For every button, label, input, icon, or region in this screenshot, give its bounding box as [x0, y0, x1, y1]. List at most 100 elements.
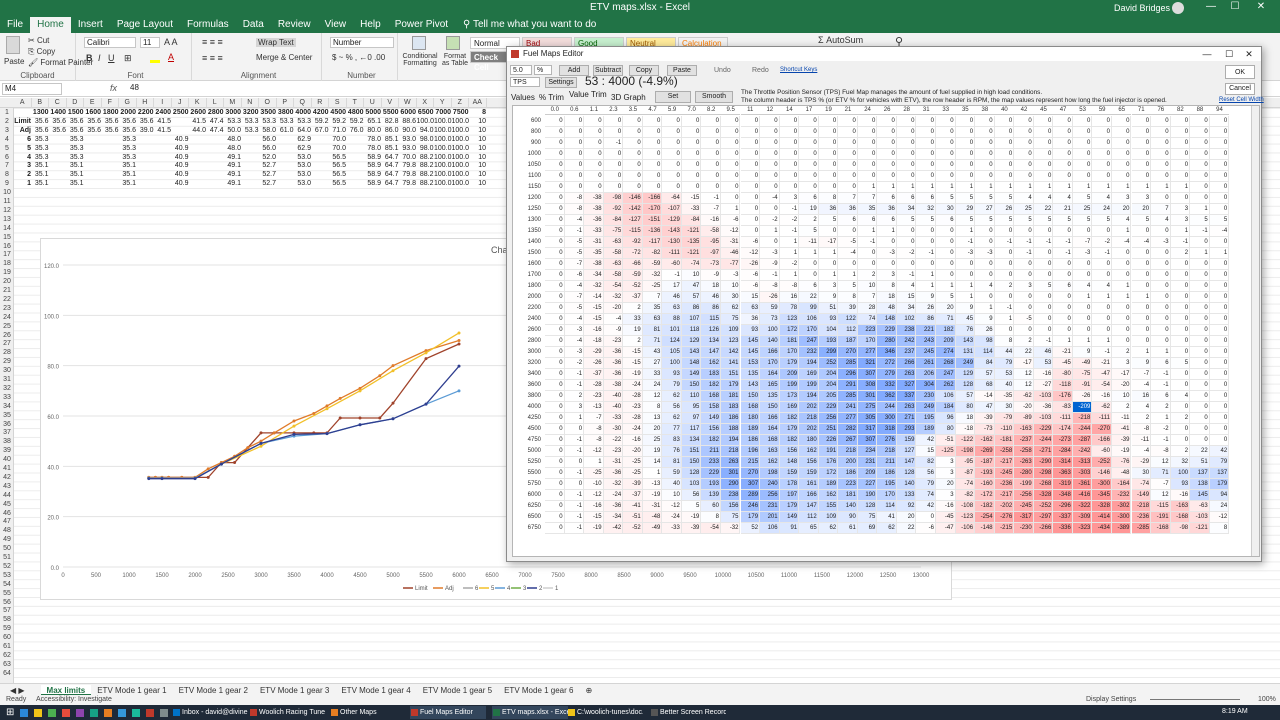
- map-cell[interactable]: -287: [1072, 435, 1093, 446]
- map-cell[interactable]: 4: [975, 281, 995, 292]
- map-cell[interactable]: 0: [1092, 160, 1112, 171]
- map-cell[interactable]: 0: [994, 127, 1015, 138]
- map-cell[interactable]: -75: [1072, 369, 1093, 380]
- map-cell[interactable]: -11: [1111, 413, 1132, 424]
- map-cell[interactable]: 6: [936, 215, 956, 226]
- map-cell[interactable]: 0: [1190, 270, 1210, 281]
- map-cell[interactable]: 1: [1053, 336, 1073, 347]
- map-cell[interactable]: 0: [779, 171, 800, 182]
- column-header-d[interactable]: D: [67, 98, 84, 108]
- map-cell[interactable]: 218: [799, 413, 819, 424]
- map-cell[interactable]: -142: [623, 204, 643, 215]
- cell-limit[interactable]: 53.3: [259, 117, 276, 126]
- cell-adj[interactable]: 80.0: [364, 126, 381, 135]
- map-cell[interactable]: 178: [779, 479, 800, 490]
- cell-adj[interactable]: 41.5: [154, 126, 171, 135]
- map-cell[interactable]: -20: [603, 303, 624, 314]
- map-cell[interactable]: 0: [1072, 149, 1093, 160]
- map-cell[interactable]: 0: [838, 259, 858, 270]
- map-cell[interactable]: 0: [896, 237, 917, 248]
- map-cell[interactable]: 0: [1092, 303, 1112, 314]
- cell-header[interactable]: 1600: [84, 108, 101, 117]
- map-cell[interactable]: 0: [916, 116, 936, 127]
- map-cell[interactable]: 0: [701, 149, 721, 160]
- map-row-header[interactable]: 2200: [513, 303, 545, 314]
- map-row-header[interactable]: 1000: [513, 149, 545, 160]
- map-cell[interactable]: 0: [1151, 303, 1171, 314]
- map-cell[interactable]: 189: [740, 424, 761, 435]
- map-cell[interactable]: 0: [720, 182, 741, 193]
- map-cell[interactable]: 0: [936, 226, 956, 237]
- map-cell[interactable]: -24: [662, 512, 682, 523]
- map-cell[interactable]: 0: [838, 226, 858, 237]
- map-cell[interactable]: -12: [584, 490, 604, 501]
- map-cell[interactable]: 0: [1190, 325, 1210, 336]
- map-cell[interactable]: 229: [877, 325, 897, 336]
- map-cell[interactable]: 0: [896, 149, 917, 160]
- map-cell[interactable]: 0: [545, 468, 565, 479]
- map-cell[interactable]: -15: [584, 512, 604, 523]
- redo-button[interactable]: Redo: [752, 67, 769, 74]
- map-cell[interactable]: -129: [662, 215, 682, 226]
- map-cell[interactable]: 0: [623, 171, 643, 182]
- map-cell[interactable]: 57: [975, 369, 995, 380]
- map-cell[interactable]: 15: [740, 292, 761, 303]
- map-column-header[interactable]: 53: [1072, 106, 1093, 115]
- taskbar-item[interactable]: C:\woolich-tunes\doc...: [567, 706, 643, 719]
- map-cell[interactable]: 0: [545, 270, 565, 281]
- fx-icon[interactable]: fx: [110, 83, 117, 93]
- map-cell[interactable]: 0: [564, 138, 585, 149]
- map-cell[interactable]: -4: [564, 336, 585, 347]
- map-cell[interactable]: 1: [877, 226, 897, 237]
- map-cell[interactable]: -35: [994, 391, 1015, 402]
- cell-gear-value[interactable]: 52.0: [259, 153, 276, 162]
- map-cell[interactable]: -2: [779, 215, 800, 226]
- map-cell[interactable]: 4: [1151, 215, 1171, 226]
- map-cell[interactable]: 0: [1033, 138, 1054, 149]
- map-cell[interactable]: 0: [1092, 226, 1112, 237]
- map-cell[interactable]: -273: [1053, 435, 1073, 446]
- map-cell[interactable]: -193: [975, 468, 995, 479]
- map-cell[interactable]: 0: [545, 457, 565, 468]
- map-cell[interactable]: 3: [1170, 215, 1191, 226]
- cell-gear-label[interactable]: 2: [14, 170, 31, 179]
- map-cell[interactable]: -2: [564, 358, 585, 369]
- map-cell[interactable]: 189: [916, 424, 936, 435]
- map-cell[interactable]: -15: [584, 314, 604, 325]
- map-cell[interactable]: -1: [1151, 380, 1171, 391]
- column-header-h[interactable]: H: [137, 98, 154, 108]
- map-row-header[interactable]: 1200: [513, 193, 545, 204]
- map-cell[interactable]: 128: [896, 468, 917, 479]
- map-cell[interactable]: 0: [896, 171, 917, 182]
- map-cell[interactable]: -4: [603, 314, 624, 325]
- cell-adj[interactable]: 58.0: [259, 126, 276, 135]
- map-cell[interactable]: -51: [623, 512, 643, 523]
- map-cell[interactable]: 63: [662, 303, 682, 314]
- map-cell[interactable]: 112: [799, 512, 819, 523]
- map-cell[interactable]: 81: [642, 325, 663, 336]
- map-cell[interactable]: -3: [1151, 237, 1171, 248]
- map-cell[interactable]: 0: [584, 171, 604, 182]
- cell-header[interactable]: 2200: [137, 108, 154, 117]
- map-cell[interactable]: 0: [1151, 160, 1171, 171]
- cell-gear-value[interactable]: 85.1: [382, 144, 399, 153]
- map-cell[interactable]: 59: [760, 303, 780, 314]
- map-row-header[interactable]: 6000: [513, 490, 545, 501]
- map-cell[interactable]: 158: [701, 402, 721, 413]
- column-header-l[interactable]: L: [207, 98, 224, 108]
- map-cell[interactable]: 0: [955, 259, 976, 270]
- map-cell[interactable]: 0: [877, 259, 897, 270]
- map-cell[interactable]: 0: [760, 237, 780, 248]
- map-cell[interactable]: 0: [1170, 292, 1191, 303]
- cell-limit[interactable]: 65.1: [364, 117, 381, 126]
- map-cell[interactable]: 133: [896, 490, 917, 501]
- map-cell[interactable]: 0: [799, 270, 819, 281]
- map-cell[interactable]: -14: [975, 391, 995, 402]
- map-cell[interactable]: 42: [1209, 446, 1230, 457]
- map-cell[interactable]: 79: [1209, 457, 1230, 468]
- map-cell[interactable]: 15: [916, 446, 936, 457]
- map-cell[interactable]: 0: [1033, 149, 1054, 160]
- map-column-header[interactable]: 24: [857, 106, 878, 115]
- map-cell[interactable]: 211: [877, 457, 897, 468]
- map-cell[interactable]: 0: [1170, 369, 1191, 380]
